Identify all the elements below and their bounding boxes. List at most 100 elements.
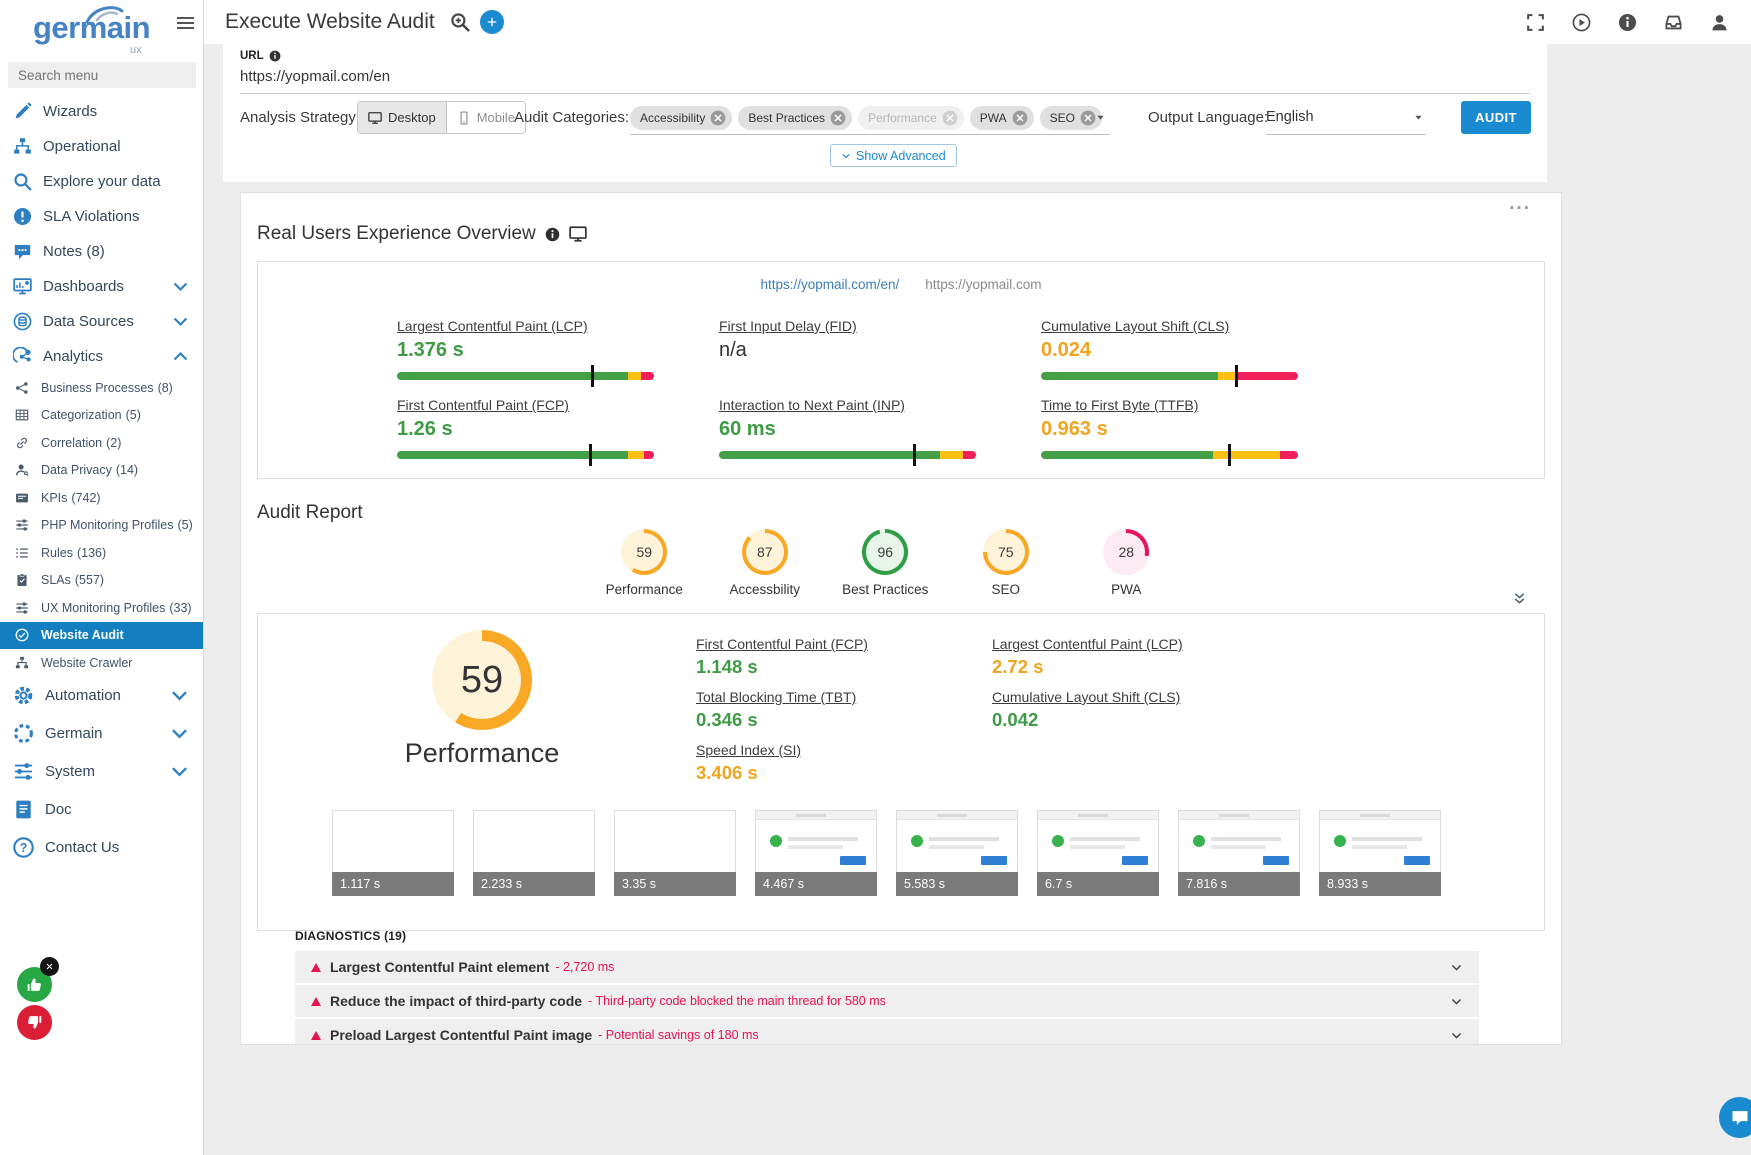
thumbs-down-button[interactable] [17,1005,52,1040]
zoom-in-icon[interactable] [450,12,470,32]
remove-chip-icon[interactable] [830,110,846,126]
metric-marker [913,444,916,466]
sidebar-item[interactable]: Doc [0,791,203,829]
add-button[interactable] [480,10,504,34]
desktop-toggle[interactable]: Desktop [358,102,447,133]
metric-link[interactable]: First Input Delay (FID) [719,318,857,334]
sidebar-subitem[interactable]: SLAs (557) [0,567,203,595]
categories-caret-icon[interactable] [1095,112,1106,123]
filmstrip: 1.117 s 2.233 s 3.35 s 4.467 s 5.583 s 6… [332,810,1441,896]
rux-panel: https://yopmail.com/en/ https://yopmail.… [257,261,1545,479]
hamburger-menu-icon[interactable] [177,17,194,32]
sitemap-icon [15,656,29,670]
diagnostic-row[interactable]: Largest Contentful Paint element - 2,720… [295,951,1479,983]
remove-chip-icon[interactable] [1012,110,1028,126]
score-circle: 87 Accessbility [705,529,826,597]
sidebar-item[interactable]: Analytics [0,339,203,374]
fullscreen-icon[interactable] [1526,13,1545,32]
remove-chip-icon[interactable] [942,110,958,126]
sidebar-subitem[interactable]: Data Privacy (14) [0,457,203,485]
sidebar-subitem[interactable]: Rules (136) [0,539,203,567]
header-actions [1526,13,1729,32]
sidebar-subitem[interactable]: KPIs (742) [0,484,203,512]
sidebar-item[interactable]: Data Sources [0,304,203,339]
sidebar-item[interactable]: System [0,753,203,791]
sidebar-subitem[interactable]: Correlation (2) [0,429,203,457]
sidebar-item[interactable]: ? Contact Us [0,829,203,867]
category-chip[interactable]: Accessibility [630,106,732,130]
sidebar-subitem[interactable]: Website Crawler [0,649,203,677]
performance-panel: 59 Performance First Contentful Paint (F… [257,613,1545,931]
sidebar-item[interactable]: Dashboards [0,269,203,304]
url-tab-inactive[interactable]: https://yopmail.com [925,277,1041,292]
chat-button[interactable] [1719,1097,1751,1138]
metric-link[interactable]: Interaction to Next Paint (INP) [719,397,905,413]
category-chip[interactable]: Best Practices [738,106,852,130]
metric-value: 0.346 s [696,709,992,731]
user-icon[interactable] [1710,13,1729,32]
metric-link[interactable]: Total Blocking Time (TBT) [696,689,856,705]
diagnostics-title: DIAGNOSTICS (19) [295,929,406,943]
metric-link[interactable]: Cumulative Layout Shift (CLS) [1041,318,1229,334]
remove-chip-icon[interactable] [710,110,726,126]
category-chip[interactable]: PWA [970,106,1034,130]
chevron-down-icon [169,761,190,782]
sidebar-subitem[interactable]: UX Monitoring Profiles (33) [0,594,203,622]
metric-value: 3.406 s [696,762,992,784]
double-chevron-down-icon[interactable] [1512,591,1527,606]
sidebar-item[interactable]: Operational [0,129,203,164]
audit-button[interactable]: AUDIT [1461,101,1531,134]
metric-link[interactable]: Speed Index (SI) [696,742,801,758]
screenshot-thumbnail [896,810,1018,872]
sidebar-subitem[interactable]: Business Processes (8) [0,374,203,402]
metric-value: 2.72 s [992,656,1288,678]
diagnostic-row[interactable]: Reduce the impact of third-party code - … [295,985,1479,1017]
card-menu-icon[interactable]: ... [1509,193,1531,215]
metric-link[interactable]: Largest Contentful Paint (LCP) [397,318,588,334]
metric-link[interactable]: First Contentful Paint (FCP) [696,636,868,652]
chevron-down-icon [169,723,190,744]
metric-link[interactable]: First Contentful Paint (FCP) [397,397,569,413]
sidebar-item[interactable]: Germain [0,715,203,753]
diagnostic-row[interactable]: Preload Largest Contentful Paint image -… [295,1019,1479,1045]
audit-report-title: Audit Report [257,502,363,524]
metric-value: 0.024 [1041,339,1298,362]
sidebar-item[interactable]: SLA Violations [0,199,203,234]
category-chip[interactable]: SEO [1040,106,1102,130]
rux-metric: Largest Contentful Paint (LCP) 1.376 s [397,318,654,380]
sidebar-subitem[interactable]: Website Audit [0,622,203,650]
language-caret-icon[interactable] [1413,112,1424,123]
sidebar-subitem[interactable]: Categorization (5) [0,402,203,430]
url-input[interactable] [240,68,1530,94]
inbox-icon[interactable] [1664,13,1683,32]
info-icon[interactable] [545,227,560,242]
svg-text:?: ? [20,841,28,855]
info-icon[interactable] [1618,13,1637,32]
plus-icon [486,16,498,28]
metric-link[interactable]: Time to First Byte (TTFB) [1041,397,1198,413]
performance-details: First Contentful Paint (FCP) 1.148 s Lar… [696,636,1288,784]
sidebar-search-input[interactable] [8,62,196,88]
remove-chip-icon[interactable] [1080,110,1096,126]
screenshot-thumbnail [1319,810,1441,872]
dismiss-feedback-button[interactable] [40,957,59,976]
category-chip[interactable]: Performance [858,106,964,130]
performance-metric: Cumulative Layout Shift (CLS) 0.042 [992,689,1288,731]
metric-link[interactable]: Largest Contentful Paint (LCP) [992,636,1183,652]
show-advanced-button[interactable]: Show Advanced [830,144,957,167]
sidebar-subitem[interactable]: PHP Monitoring Profiles (5) [0,512,203,540]
sidebar-item[interactable]: Explore your data [0,164,203,199]
performance-metric: Total Blocking Time (TBT) 0.346 s [696,689,992,731]
frame-timestamp: 4.467 s [755,872,877,896]
sidebar-item[interactable]: Automation [0,677,203,715]
url-tab-active[interactable]: https://yopmail.com/en/ [760,277,899,292]
sidebar-item[interactable]: Notes (8) [0,234,203,269]
output-language-select[interactable]: English [1266,101,1314,134]
metric-link[interactable]: Cumulative Layout Shift (CLS) [992,689,1180,705]
categories-underline [630,134,1110,135]
warning-triangle-icon [311,997,321,1006]
rux-metric: Interaction to Next Paint (INP) 60 ms [719,397,976,459]
search-icon [13,172,32,191]
sidebar-item[interactable]: Wizards [0,94,203,129]
play-circle-icon[interactable] [1572,13,1591,32]
